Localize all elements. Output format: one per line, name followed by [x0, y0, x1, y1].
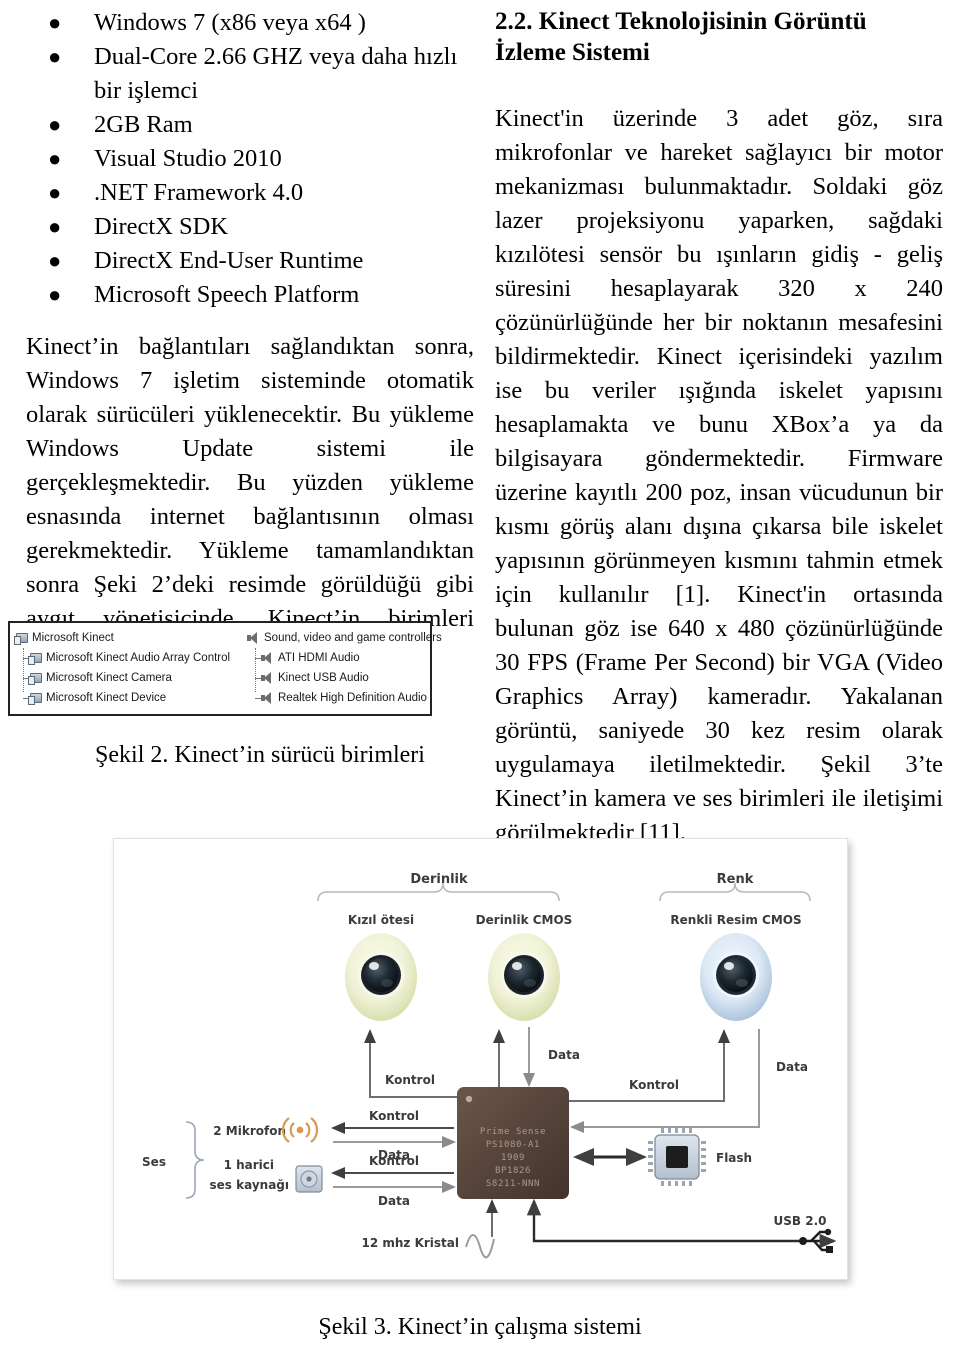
- bullet-icon: ●: [48, 44, 62, 69]
- list-item: ● Visual Studio 2010: [26, 142, 474, 176]
- tree-row[interactable]: Microsoft Kinect Audio Array Control: [14, 648, 246, 668]
- tree-row-root[interactable]: Sound, video and game controllers: [246, 628, 442, 648]
- device-manager-figure: Microsoft Kinect Microsoft Kinect Audio …: [8, 621, 442, 716]
- eye-depth-cmos-icon: [488, 933, 560, 1021]
- edge-label-color-data: Data: [776, 1060, 808, 1074]
- right-body-paragraph: Kinect'in üzerinde 3 adet göz, sıra mikr…: [495, 105, 943, 846]
- edge-label-depth-data: Data: [548, 1048, 580, 1062]
- bullet-icon: ●: [48, 146, 62, 171]
- sensor-label-color-cmos: Renkli Resim CMOS: [670, 913, 801, 927]
- chip-line-2: PS1080-A1: [486, 1140, 540, 1150]
- figure2-caption: Şekil 2. Kinect’in sürücü birimleri: [95, 742, 425, 768]
- audio-source-icon: [295, 1165, 323, 1193]
- list-item-label: Microsoft Speech Platform: [94, 281, 360, 308]
- audio-label-external-line2: ses kaynağı: [210, 1178, 289, 1192]
- list-item-label: .NET Framework 4.0: [94, 179, 304, 206]
- sensor-label-infrared: Kızıl ötesi: [348, 913, 414, 927]
- left-column: ● Windows 7 (x86 veya x64 ) ● Dual-Core 2.…: [26, 6, 474, 670]
- left-body-paragraph: Kinect’in bağlantıları sağlandıktan sonr…: [26, 333, 474, 666]
- primesense-chip: Prime Sense PS1080-A1 1909 BP1826 S8211-…: [457, 1087, 569, 1199]
- chip-line-1: Prime Sense: [480, 1127, 546, 1137]
- audio-device-tree: Sound, video and game controllers ATI HD…: [246, 628, 442, 710]
- bullet-icon: ●: [48, 180, 62, 205]
- list-item: ● Dual-Core 2.66 GHZ veya daha hızlı bir …: [26, 40, 474, 108]
- group-label-audio: Ses: [142, 1155, 166, 1169]
- tree-row-label: Kinect USB Audio: [278, 672, 369, 684]
- list-item: ● .NET Framework 4.0: [26, 176, 474, 210]
- bullet-icon: ●: [48, 214, 62, 239]
- edge-label-ir-control: Kontrol: [385, 1073, 435, 1087]
- figure3-caption: Şekil 3. Kinect’in çalışma sistemi: [318, 1314, 642, 1340]
- tree-row[interactable]: Microsoft Kinect Device: [14, 688, 246, 708]
- kinect-device-icon: [28, 652, 42, 665]
- flash-chip-icon: [648, 1128, 706, 1186]
- usb-label: USB 2.0: [774, 1214, 827, 1228]
- speaker-icon: [260, 692, 273, 704]
- bullet-icon: ●: [48, 248, 62, 273]
- list-item-label: Dual-Core 2.66 GHZ veya daha hızlı bir i…: [94, 43, 458, 104]
- group-label-depth: Derinlik: [410, 872, 468, 887]
- tree-row-label: ATI HDMI Audio: [278, 652, 360, 664]
- tree-row-label: Microsoft Kinect: [32, 632, 114, 644]
- list-item-label: DirectX SDK: [94, 213, 229, 240]
- list-item: ● Microsoft Speech Platform: [26, 278, 474, 312]
- kinect-device-icon: [28, 692, 42, 705]
- tree-row-label: Realtek High Definition Audio: [278, 692, 427, 704]
- tree-connector: [255, 648, 256, 692]
- kinect-device-icon: [28, 672, 42, 685]
- bullet-icon: ●: [48, 282, 62, 307]
- tree-row[interactable]: Kinect USB Audio: [246, 668, 426, 688]
- flash-label: Flash: [716, 1151, 752, 1165]
- list-item-label: 2GB Ram: [94, 111, 193, 138]
- tree-row-root[interactable]: Microsoft Kinect: [14, 628, 246, 648]
- chip-line-4: BP1826: [495, 1166, 531, 1176]
- bullet-icon: ●: [48, 10, 62, 35]
- right-column: 2.2. Kinect Teknolojisinin Görüntü İzlem…: [495, 6, 943, 850]
- group-label-color: Renk: [717, 872, 754, 887]
- tree-row[interactable]: Microsoft Kinect Camera: [14, 668, 246, 688]
- clock-label: 12 mhz Kristal: [361, 1236, 459, 1250]
- tree-row[interactable]: Realtek High Definition Audio: [246, 688, 427, 708]
- list-item-label: Windows 7 (x86 veya x64 ): [94, 9, 366, 36]
- list-item-label: Visual Studio 2010: [94, 145, 282, 172]
- kinect-device-tree: Microsoft Kinect Microsoft Kinect Audio …: [14, 628, 246, 710]
- speaker-icon: [246, 632, 259, 644]
- list-item: ● DirectX SDK: [26, 210, 474, 244]
- tree-row-label: Microsoft Kinect Device: [46, 692, 167, 704]
- tree-row-label: Microsoft Kinect Audio Array Control: [46, 652, 231, 664]
- edge-label-mic-control: Kontrol: [369, 1109, 419, 1123]
- tree-row-label: Sound, video and game controllers: [264, 632, 442, 644]
- edge-label-ext-control: Kontrol: [369, 1154, 419, 1168]
- section-heading: 2.2. Kinect Teknolojisinin Görüntü İzlem…: [495, 8, 867, 66]
- edge-label-color-control: Kontrol: [629, 1078, 679, 1092]
- audio-label-external-line1: 1 harici: [224, 1158, 274, 1172]
- list-item-label: DirectX End-User Runtime: [94, 247, 364, 274]
- speaker-icon: [260, 672, 273, 684]
- list-item: ● Windows 7 (x86 veya x64 ): [26, 6, 474, 40]
- kinect-block-diagram: Derinlik Renk Kızıl ötesi Derinlik CMOS …: [113, 838, 848, 1280]
- device-manager-panel: Microsoft Kinect Microsoft Kinect Audio …: [8, 621, 442, 716]
- tree-row[interactable]: ATI HDMI Audio: [246, 648, 426, 668]
- chip-line-5: S8211-NNN: [486, 1179, 540, 1189]
- tree-row-label: Microsoft Kinect Camera: [46, 672, 172, 684]
- tree-connector: [23, 648, 24, 692]
- list-item: ● 2GB Ram: [26, 108, 474, 142]
- bullet-icon: ●: [48, 112, 62, 137]
- audio-label-microphones: 2 Mikrofon: [213, 1124, 286, 1138]
- kinect-device-icon: [14, 632, 28, 645]
- list-item: ● DirectX End-User Runtime: [26, 244, 474, 278]
- system-requirements-list: ● Windows 7 (x86 veya x64 ) ● Dual-Core 2.…: [26, 6, 474, 312]
- eye-color-cmos-icon: [700, 933, 772, 1021]
- eye-infrared-icon: [345, 933, 417, 1021]
- sensor-label-depth-cmos: Derinlik CMOS: [476, 913, 573, 927]
- chip-line-3: 1909: [501, 1153, 525, 1163]
- edge-label-ext-data: Data: [378, 1194, 410, 1208]
- speaker-icon: [260, 652, 273, 664]
